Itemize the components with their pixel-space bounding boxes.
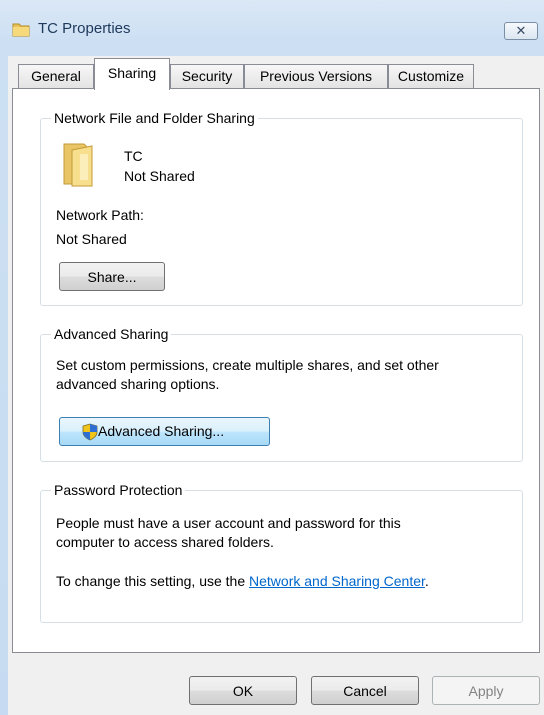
folder-name: TC bbox=[124, 148, 143, 164]
folder-icon bbox=[12, 23, 30, 37]
close-button[interactable]: ✕ bbox=[504, 22, 538, 40]
tab-customize[interactable]: Customize bbox=[388, 64, 474, 88]
tab-label: Previous Versions bbox=[259, 68, 373, 84]
tab-label: Security bbox=[181, 68, 233, 84]
tab-security[interactable]: Security bbox=[170, 64, 244, 88]
password-protection-group: Password Protection bbox=[40, 481, 523, 623]
folder-icon bbox=[63, 143, 93, 187]
close-icon: ✕ bbox=[515, 23, 527, 38]
title-bar[interactable]: TC Properties ✕ bbox=[0, 0, 544, 40]
tab-general[interactable]: General bbox=[18, 64, 94, 88]
advanced-sharing-group-label: Advanced Sharing bbox=[51, 325, 172, 343]
password-description-1: People must have a user account and pass… bbox=[56, 515, 401, 531]
change-setting-text: To change this setting, use the Network … bbox=[56, 572, 429, 590]
window-title: TC Properties bbox=[38, 20, 131, 37]
advanced-sharing-button[interactable]: Advanced Sharing... bbox=[59, 417, 270, 446]
advanced-sharing-description-2: advanced sharing options. bbox=[56, 376, 220, 392]
network-path-label: Network Path: bbox=[56, 207, 144, 223]
ok-button[interactable]: OK bbox=[189, 676, 297, 705]
network-sharing-group-label: Network File and Folder Sharing bbox=[51, 109, 258, 127]
properties-window: TC Properties ✕ General Sharing Security… bbox=[0, 0, 544, 715]
network-path-value: Not Shared bbox=[56, 231, 127, 247]
change-setting-prefix: To change this setting, use the bbox=[56, 573, 250, 589]
tab-label: Customize bbox=[397, 68, 465, 84]
tab-label: General bbox=[31, 68, 81, 84]
uac-shield-icon bbox=[82, 423, 98, 441]
network-sharing-center-link[interactable]: Network and Sharing Center bbox=[249, 573, 425, 589]
password-description-2: computer to access shared folders. bbox=[56, 534, 274, 550]
apply-button: Apply bbox=[432, 676, 540, 705]
password-protection-group-label: Password Protection bbox=[51, 481, 186, 499]
tab-sharing[interactable]: Sharing bbox=[94, 58, 170, 90]
advanced-sharing-description-1: Set custom permissions, create multiple … bbox=[56, 357, 439, 373]
cancel-button[interactable]: Cancel bbox=[311, 676, 419, 705]
change-setting-suffix: . bbox=[424, 573, 429, 589]
advanced-sharing-button-label: Advanced Sharing... bbox=[98, 423, 225, 439]
share-button[interactable]: Share... bbox=[59, 262, 165, 291]
tab-previous-versions[interactable]: Previous Versions bbox=[244, 64, 388, 88]
share-status: Not Shared bbox=[124, 168, 195, 184]
tab-label: Sharing bbox=[107, 65, 157, 81]
